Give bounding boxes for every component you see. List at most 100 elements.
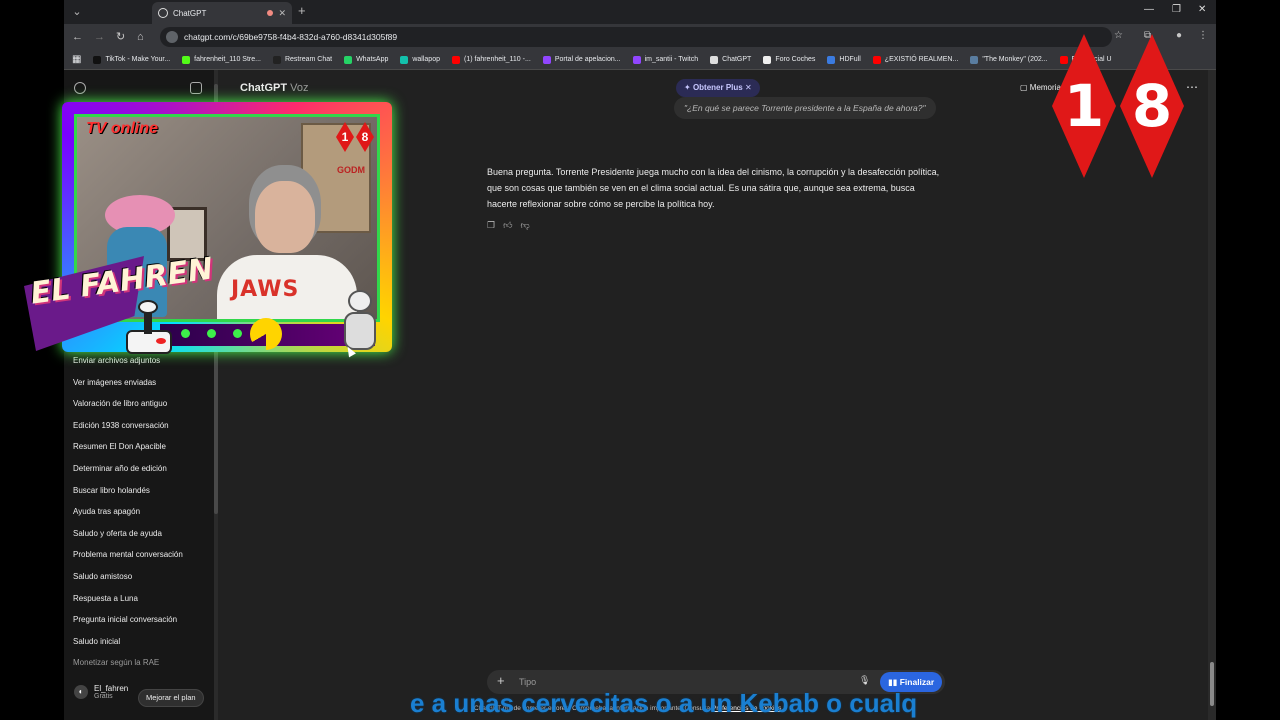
- pacman-icon: [250, 318, 282, 350]
- avatar: ◐: [74, 685, 88, 699]
- bookmark-favicon-icon: [970, 55, 979, 64]
- age-rating-badge-small: 1 8: [336, 122, 374, 152]
- bookmark-item[interactable]: ¿EXISTIÓ REALMEN...: [872, 55, 958, 64]
- tab-search-button[interactable]: ⌄: [68, 4, 86, 20]
- sidebar-history-item[interactable]: Saludo inicial: [64, 631, 214, 653]
- finalizar-label: Finalizar: [899, 677, 935, 687]
- thumbs-down-icon[interactable]: 👎︎: [520, 220, 529, 231]
- astronaut-icon: [340, 290, 380, 352]
- bookmark-favicon-icon: [400, 55, 409, 64]
- sidebar-history-item[interactable]: Problema mental conversación: [64, 544, 214, 566]
- user-profile[interactable]: ◐ El_fahren Gratis: [74, 684, 128, 700]
- bookmark-label: fahrenheit_110 Stre...: [194, 56, 261, 63]
- site-info-icon[interactable]: [166, 31, 178, 43]
- bookmark-item[interactable]: wallapop: [400, 55, 440, 64]
- page-scrollbar[interactable]: [1208, 70, 1216, 720]
- sidebar-history-item[interactable]: Respuesta a Luna: [64, 588, 214, 610]
- sidebar-history-item[interactable]: Buscar libro holandés: [64, 480, 214, 502]
- bookmark-item[interactable]: "The Monkey" (202...: [970, 55, 1048, 64]
- mode-label: Voz: [290, 82, 309, 94]
- age-digit: 1: [1052, 34, 1116, 178]
- bookmark-favicon-icon: [632, 55, 641, 64]
- bookmark-item[interactable]: Restream Chat: [272, 55, 332, 64]
- forward-button[interactable]: →: [94, 30, 105, 44]
- bookmark-item[interactable]: fahrenheit_110 Stre...: [182, 55, 261, 64]
- sidebar-history-item[interactable]: Saludo amistoso: [64, 566, 214, 588]
- sidebar-history-item[interactable]: Valoración de libro antiguo: [64, 393, 214, 415]
- bookmark-favicon-icon: [710, 55, 719, 64]
- home-button[interactable]: ⌂: [137, 30, 144, 44]
- browser-tab-bar: ⌄ ChatGPT ✕ + — ❐ ✕: [64, 0, 1216, 24]
- user-plan: Gratis: [94, 693, 113, 700]
- bookmark-label: "The Monkey" (202...: [982, 56, 1048, 63]
- bookmark-label: Foro Coches: [775, 56, 816, 63]
- bookmark-label: WhatsApp: [356, 56, 389, 63]
- model-name: ChatGPT: [240, 82, 288, 94]
- bookmark-item[interactable]: im_santii - Twitch: [632, 55, 699, 64]
- tab-title: ChatGPT: [173, 8, 207, 18]
- bookmark-item[interactable]: Portal de apelacion...: [542, 55, 621, 64]
- thumbs-up-icon[interactable]: 👍︎: [503, 220, 512, 231]
- bookmark-item[interactable]: Foro Coches: [763, 55, 816, 64]
- bookmark-favicon-icon: [872, 55, 881, 64]
- sidebar-history-item[interactable]: Pregunta inicial conversación: [64, 609, 214, 631]
- joystick-icon: [124, 300, 174, 358]
- tab-close-icon[interactable]: ✕: [278, 8, 286, 19]
- more-options-icon[interactable]: ⋯: [1186, 80, 1198, 94]
- restore-button[interactable]: ❐: [1172, 4, 1181, 15]
- bookmark-item[interactable]: ChatGPT: [710, 55, 751, 64]
- sidebar-history-item[interactable]: Monetizar según la RAE: [64, 652, 214, 674]
- sidebar-history-item[interactable]: Determinar año de edición: [64, 458, 214, 480]
- tv-online-label: TV online: [86, 120, 158, 137]
- sidebar-toggle-icon[interactable]: [190, 82, 202, 94]
- live-subtitle: e a unas cervecitas o a un Kebab o cualq: [410, 688, 918, 718]
- url-text: chatgpt.com/c/69be9758-f4b4-832d-a760-d8…: [184, 32, 398, 42]
- chatgpt-favicon-icon: [158, 8, 168, 18]
- tab-chatgpt[interactable]: ChatGPT ✕: [152, 2, 292, 24]
- pac-dot-icon: [181, 329, 190, 338]
- bookmark-label: HDFull: [839, 56, 861, 63]
- assistant-message: Buena pregunta. Torrente Presidente jueg…: [487, 167, 940, 209]
- attach-plus-icon[interactable]: +: [497, 673, 505, 688]
- openai-logo-icon[interactable]: [74, 82, 86, 94]
- bookmark-item[interactable]: WhatsApp: [344, 55, 389, 64]
- bookmark-label: TikTok - Make Your...: [105, 56, 171, 63]
- bookmark-favicon-icon: [272, 55, 281, 64]
- bookmark-item[interactable]: HDFull: [827, 55, 861, 64]
- back-button[interactable]: ←: [72, 30, 83, 44]
- bookmarks-bar: ▦ TikTok - Make Your... fahrenheit_110 St…: [64, 50, 1216, 70]
- poster-text: GODM: [337, 165, 365, 175]
- upgrade-plan-button[interactable]: Mejorar el plan: [138, 689, 204, 707]
- sidebar-history-item[interactable]: Saludo y oferta de ayuda: [64, 523, 214, 545]
- sidebar-history-item[interactable]: Resumen El Don Apacible: [64, 436, 214, 458]
- streamer: JAWS: [217, 179, 357, 319]
- apps-grid-icon[interactable]: ▦: [72, 54, 81, 65]
- copy-icon[interactable]: ❐: [487, 220, 495, 231]
- microphone-icon[interactable]: 🎙︎: [859, 675, 870, 686]
- bookmark-label: im_santii - Twitch: [644, 56, 699, 63]
- pac-dot-icon: [233, 329, 242, 338]
- browser-menu-icon[interactable]: ⋮: [1198, 30, 1208, 41]
- close-window-button[interactable]: ✕: [1198, 4, 1206, 15]
- sidebar-history-item[interactable]: Ayuda tras apagón: [64, 501, 214, 523]
- bookmark-item[interactable]: TikTok - Make Your...: [93, 55, 171, 64]
- sidebar-history-item[interactable]: Ver imágenes enviadas: [64, 372, 214, 394]
- url-bar[interactable]: chatgpt.com/c/69be9758-f4b4-832d-a760-d8…: [160, 27, 1112, 47]
- page-title[interactable]: ChatGPT Voz: [240, 82, 308, 94]
- bookmark-label: (1) fahrenheit_110 -...: [464, 56, 531, 63]
- message-actions: ❐ 👍︎ 👎︎: [487, 220, 530, 231]
- reload-button[interactable]: ↻: [116, 30, 125, 44]
- bookmark-favicon-icon: [827, 55, 836, 64]
- obtener-plus-button[interactable]: ✦ Obtener Plus ✕: [676, 79, 760, 97]
- page-scroll-thumb[interactable]: [1210, 662, 1214, 706]
- address-toolbar: ← → ↻ ⌂ chatgpt.com/c/69be9758-f4b4-832d…: [64, 24, 1216, 50]
- sidebar-history-item[interactable]: Edición 1938 conversación: [64, 415, 214, 437]
- bookmark-favicon-icon: [542, 55, 551, 64]
- composer-input[interactable]: Tipo: [519, 677, 536, 687]
- age-digit: 8: [1120, 34, 1184, 178]
- bookmark-item[interactable]: (1) fahrenheit_110 -...: [452, 55, 531, 64]
- minimize-button[interactable]: —: [1144, 4, 1154, 15]
- streamer-head: [255, 181, 315, 253]
- new-tab-button[interactable]: +: [298, 4, 306, 18]
- bookmark-favicon-icon: [763, 55, 772, 64]
